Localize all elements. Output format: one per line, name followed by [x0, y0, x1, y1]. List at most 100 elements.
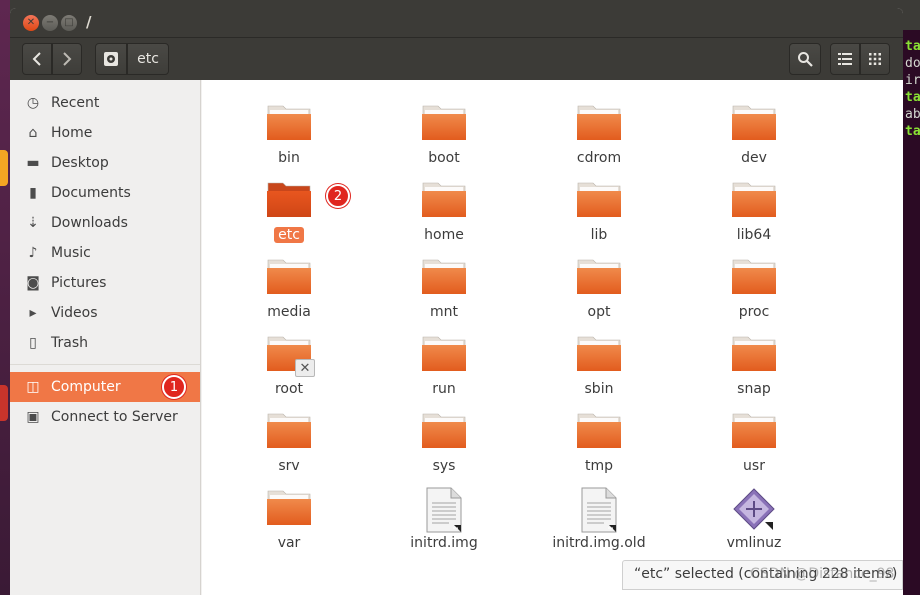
file-name: home	[424, 227, 464, 243]
video-icon: ▸	[29, 305, 37, 321]
maximize-window-button[interactable]: □	[61, 15, 77, 31]
file-name: cdrom	[576, 150, 622, 166]
file-name: lib64	[736, 227, 772, 243]
sidebar-item-music[interactable]: ♪ Music	[10, 238, 200, 268]
window-title: /	[86, 13, 92, 31]
text-file-link-icon	[420, 487, 468, 533]
file-name: srv	[278, 458, 300, 474]
file-name: media	[267, 304, 311, 320]
folder-proc[interactable]: proc	[694, 256, 814, 326]
file-name: run	[432, 381, 456, 397]
sidebar-item-label: Documents	[51, 185, 131, 201]
file-initrd-img[interactable]: initrd.img	[384, 487, 504, 557]
folder-icon	[265, 487, 313, 531]
path-root-button[interactable]	[95, 43, 127, 75]
file-name: bin	[278, 150, 300, 166]
list-view-button[interactable]	[830, 43, 860, 75]
step-marker-badge: 1	[162, 375, 186, 399]
folder-lib64[interactable]: lib64	[694, 179, 814, 249]
folder-icon	[420, 410, 468, 454]
folder-run[interactable]: run	[384, 333, 504, 403]
folder-icon	[575, 179, 623, 223]
close-window-button[interactable]: ✕	[23, 15, 39, 31]
sidebar-item-label: Home	[51, 125, 93, 141]
file-initrd-img-old[interactable]: initrd.img.old	[539, 487, 659, 557]
folder-dev[interactable]: dev	[694, 102, 814, 172]
music-icon: ♪	[28, 245, 38, 261]
launcher-app-icon[interactable]	[0, 385, 8, 421]
terminal-line: ta	[905, 39, 920, 54]
sidebar-item-computer[interactable]: ◫ Computer 1	[10, 372, 200, 402]
folder-media[interactable]: media	[229, 256, 349, 326]
search-button[interactable]	[789, 43, 821, 75]
file-name: initrd.img.old	[552, 535, 646, 551]
folder-icon	[575, 256, 623, 300]
folder-snap[interactable]: snap	[694, 333, 814, 403]
file-vmlinuz[interactable]: vmlinuz	[694, 487, 814, 557]
folder-lib[interactable]: lib	[539, 179, 659, 249]
background-terminal: ta do ir ta ab ta	[903, 30, 920, 595]
camera-icon: ◙	[26, 275, 40, 291]
sidebar-item-desktop[interactable]: ▬ Desktop	[10, 148, 200, 178]
folder-icon	[420, 333, 468, 377]
folder-boot[interactable]: boot	[384, 102, 504, 172]
maximize-icon: □	[64, 17, 74, 28]
file-name: boot	[428, 150, 460, 166]
kernel-image-link-icon	[730, 487, 778, 531]
minimize-window-button[interactable]: −	[42, 15, 58, 31]
sidebar-item-label: Music	[51, 245, 91, 261]
folder-home[interactable]: home	[384, 179, 504, 249]
toolbar: etc	[10, 38, 903, 80]
sidebar-item-label: Downloads	[51, 215, 128, 231]
sidebar-item-downloads[interactable]: ⇣ Downloads	[10, 208, 200, 238]
folder-mnt[interactable]: mnt	[384, 256, 504, 326]
sidebar-item-label: Desktop	[51, 155, 109, 171]
folder-tmp[interactable]: tmp	[539, 410, 659, 480]
terminal-line: do	[905, 56, 920, 71]
file-name: usr	[743, 458, 765, 474]
launcher-app-icon[interactable]	[0, 150, 8, 186]
folder-icon	[420, 256, 468, 300]
folder-icon: ✕	[265, 333, 315, 377]
sidebar-item-home[interactable]: ⌂ Home	[10, 118, 200, 148]
folder-sbin[interactable]: sbin	[539, 333, 659, 403]
file-name: dev	[741, 150, 767, 166]
terminal-line: ir	[905, 73, 920, 88]
folder-icon	[575, 102, 623, 146]
file-name: proc	[738, 304, 770, 320]
folder-bin[interactable]: bin	[229, 102, 349, 172]
folder-icon	[265, 256, 313, 300]
sidebar-item-videos[interactable]: ▸ Videos	[10, 298, 200, 328]
terminal-line: ab	[905, 107, 920, 122]
back-button[interactable]	[22, 43, 52, 75]
sidebar-item-trash[interactable]: ▯ Trash	[10, 328, 200, 358]
server-icon: ▣	[26, 409, 40, 425]
folder-icon	[265, 410, 313, 454]
folder-sys[interactable]: sys	[384, 410, 504, 480]
file-name: sys	[432, 458, 456, 474]
folder-usr[interactable]: usr	[694, 410, 814, 480]
folder-root[interactable]: ✕ root	[229, 333, 349, 403]
forward-button[interactable]	[52, 43, 82, 75]
file-name: mnt	[430, 304, 458, 320]
folder-srv[interactable]: srv	[229, 410, 349, 480]
folder-icon	[420, 179, 468, 223]
folder-cdrom[interactable]: cdrom	[539, 102, 659, 172]
file-name: snap	[737, 381, 771, 397]
minimize-icon: −	[45, 17, 55, 28]
folder-icon	[420, 102, 468, 146]
folder-opt[interactable]: opt	[539, 256, 659, 326]
sidebar-item-recent[interactable]: ◷ Recent	[10, 88, 200, 118]
sidebar-item-connect-to-server[interactable]: ▣ Connect to Server	[10, 402, 200, 432]
watermark: CSDN @Distance_98	[750, 566, 895, 582]
folder-icon	[730, 256, 778, 300]
sidebar-item-label: Recent	[51, 95, 100, 111]
sidebar-item-pictures[interactable]: ◙ Pictures	[10, 268, 200, 298]
path-segment-etc[interactable]: etc	[127, 43, 169, 75]
folder-icon	[265, 179, 313, 223]
folder-var[interactable]: var	[229, 487, 349, 557]
sidebar-item-documents[interactable]: ▮ Documents	[10, 178, 200, 208]
terminal-line: ta	[905, 90, 920, 105]
grid-view-button[interactable]	[860, 43, 890, 75]
sidebar-item-label: Computer	[51, 379, 121, 395]
